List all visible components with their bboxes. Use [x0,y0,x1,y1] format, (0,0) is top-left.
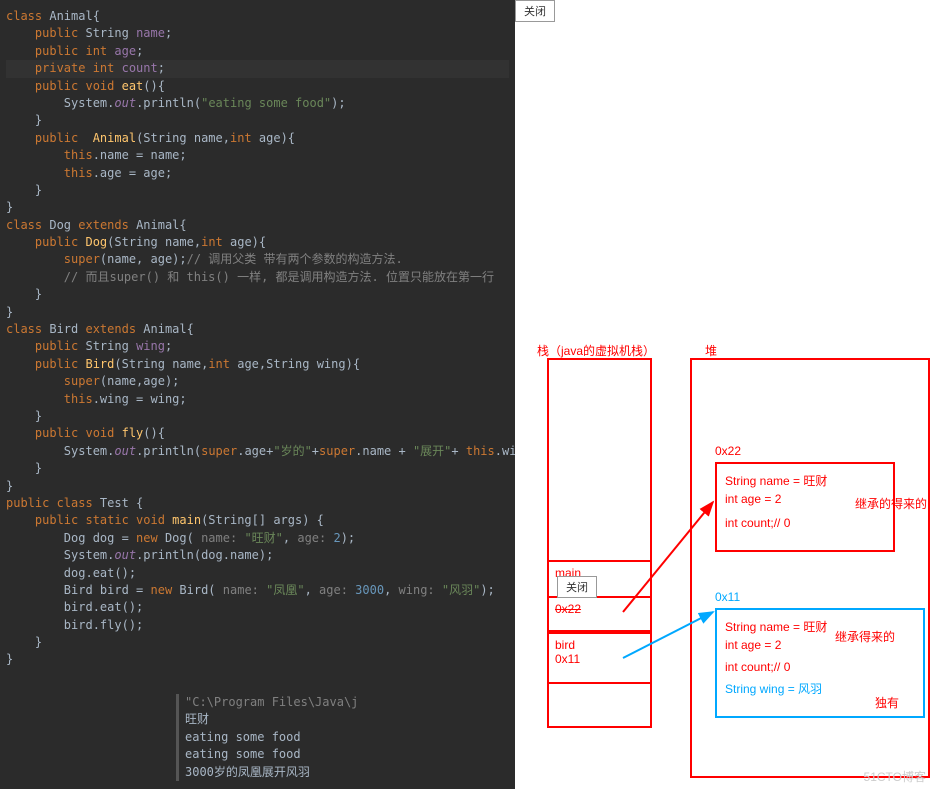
heap-title: 堆 [705,342,717,359]
stack-title: 栈（java的虚拟机栈） [537,342,655,359]
obj1-address: 0x22 [715,444,741,458]
stack-frame-dog: 0x22 [547,596,652,632]
obj2-address: 0x11 [715,590,740,604]
console-output: "C:\Program Files\Java\j 旺财 eating some … [176,694,358,781]
memory-diagram: 栈（java的虚拟机栈） 堆 main 关闭 0x22 bird 0x11 关闭… [515,0,934,789]
obj2-note: 继承得来的 [835,628,895,645]
obj1-note: 继承的得来的 [855,495,927,512]
close-badge-2[interactable]: 关闭 [515,0,555,22]
wing-note: 独有 [875,694,899,711]
close-badge[interactable]: 关闭 [557,576,597,598]
stack-frame-bird: bird 0x11 [547,632,652,684]
code-editor: class Animal{ public String name; public… [0,0,515,789]
watermark: 51CTO博客 [864,768,926,785]
